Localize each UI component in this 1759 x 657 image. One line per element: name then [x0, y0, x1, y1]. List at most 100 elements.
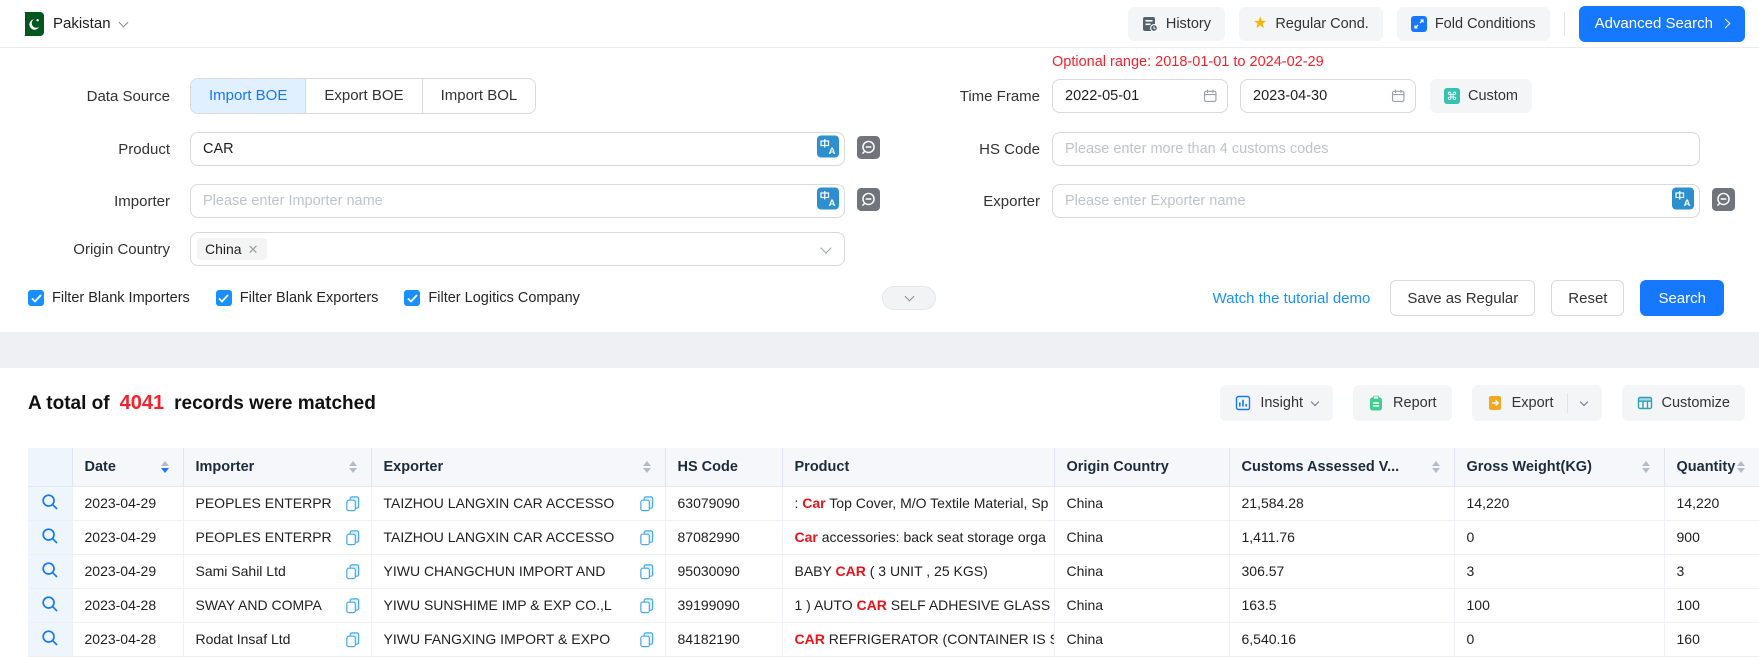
custom-range-button[interactable]: ⌘ Custom — [1430, 79, 1532, 113]
checkbox-checked-icon[interactable] — [28, 290, 44, 306]
cell-product: 1 ) AUTO CAR SELF ADHESIVE GLASS S — [782, 588, 1054, 622]
insight-button[interactable]: Insight — [1220, 385, 1333, 421]
copy-icon[interactable] — [638, 631, 655, 648]
start-date-field[interactable] — [1052, 79, 1228, 113]
fold-conditions-button[interactable]: Fold Conditions — [1397, 7, 1550, 41]
table-row: 2023-04-28 SWAY AND COMPA YIWU SUNSHIME … — [28, 588, 1759, 622]
cell-exporter: YIWU SUNSHIME IMP & EXP CO.,L — [371, 588, 665, 622]
time-frame-label: Time Frame — [883, 88, 1040, 105]
cell-gross-weight: 0 — [1454, 622, 1664, 656]
header-customs-assessed-value[interactable]: Customs Assessed V... — [1229, 448, 1454, 486]
export-button[interactable]: Export — [1472, 385, 1602, 421]
copy-icon[interactable] — [638, 563, 655, 580]
cell-date: 2023-04-28 — [72, 622, 183, 656]
filter-blank-importers-checkbox[interactable]: Filter Blank Importers — [28, 290, 190, 306]
country-selector[interactable]: Pakistan — [20, 12, 127, 36]
country-name: Pakistan — [53, 15, 111, 32]
exporter-input[interactable] — [1052, 184, 1700, 218]
chevron-down-icon — [118, 17, 128, 27]
history-label: History — [1166, 16, 1211, 32]
report-button[interactable]: Report — [1353, 385, 1452, 421]
custom-label: Custom — [1468, 88, 1518, 104]
fold-conditions-label: Fold Conditions — [1435, 16, 1536, 32]
chevron-down-icon[interactable] — [1579, 397, 1587, 405]
copy-icon[interactable] — [344, 597, 361, 614]
copy-icon[interactable] — [344, 631, 361, 648]
section-divider — [0, 332, 1759, 368]
header-gross-weight[interactable]: Gross Weight(KG) — [1454, 448, 1664, 486]
view-detail-icon[interactable] — [41, 527, 59, 545]
sort-icons[interactable] — [1432, 461, 1444, 473]
sort-icons[interactable] — [1737, 461, 1749, 473]
tab-import-boe[interactable]: Import BOE — [191, 79, 306, 113]
tutorial-link[interactable]: Watch the tutorial demo — [1213, 290, 1371, 307]
save-as-regular-button[interactable]: Save as Regular — [1390, 280, 1535, 316]
history-button[interactable]: History — [1128, 7, 1225, 41]
exclude-keywords-icon[interactable] — [857, 136, 880, 159]
collapse-conditions-button[interactable] — [882, 286, 936, 310]
cell-quantity: 900 — [1664, 520, 1759, 554]
cell-origin-country: China — [1054, 554, 1229, 588]
origin-country-tag: China ✕ — [197, 238, 267, 260]
cell-quantity: 100 — [1664, 588, 1759, 622]
header-exporter[interactable]: Exporter — [371, 448, 665, 486]
end-date-input[interactable] — [1253, 88, 1391, 104]
tab-import-bol[interactable]: Import BOL — [423, 79, 536, 113]
hs-code-input[interactable] — [1052, 132, 1700, 166]
header-date[interactable]: Date — [72, 448, 183, 486]
search-panel: Optional range: 2018-01-01 to 2024-02-29… — [0, 48, 1759, 332]
header-importer[interactable]: Importer — [183, 448, 371, 486]
header-quantity[interactable]: Quantity — [1664, 448, 1759, 486]
cell-exporter: TAIZHOU LANGXIN CAR ACCESSO — [371, 520, 665, 554]
cell-quantity: 3 — [1664, 554, 1759, 588]
regular-cond-button[interactable]: ★ Regular Cond. — [1239, 7, 1383, 41]
header-origin-country[interactable]: Origin Country — [1054, 448, 1229, 486]
view-detail-icon[interactable] — [41, 629, 59, 647]
product-input[interactable] — [190, 132, 845, 166]
sort-icons[interactable] — [1642, 461, 1654, 473]
exclude-keywords-icon[interactable] — [857, 188, 880, 211]
view-detail-icon[interactable] — [41, 493, 59, 511]
copy-icon[interactable] — [344, 563, 361, 580]
translate-icon[interactable]: A — [817, 136, 839, 158]
cell-product: : Car Top Cover, M/O Textile Material, S… — [782, 486, 1054, 520]
importer-input[interactable] — [190, 184, 845, 218]
cell-customs-value: 163.5 — [1229, 588, 1454, 622]
filter-blank-exporters-checkbox[interactable]: Filter Blank Exporters — [216, 290, 379, 306]
sort-icons[interactable] — [643, 461, 655, 473]
origin-country-select[interactable]: China ✕ — [190, 232, 845, 266]
copy-icon[interactable] — [638, 529, 655, 546]
translate-icon[interactable]: A — [817, 188, 839, 210]
checkbox-checked-icon[interactable] — [404, 290, 420, 306]
advanced-search-button[interactable]: Advanced Search — [1579, 6, 1745, 42]
cell-product: CAR REFRIGERATOR (CONTAINER IS S — [782, 622, 1054, 656]
search-button[interactable]: Search — [1640, 280, 1724, 316]
svg-text:A: A — [829, 198, 836, 209]
view-detail-icon[interactable] — [41, 595, 59, 613]
svg-text:A: A — [829, 146, 836, 157]
filter-logitics-company-checkbox[interactable]: Filter Logitics Company — [404, 290, 580, 306]
checkbox-checked-icon[interactable] — [216, 290, 232, 306]
customize-button[interactable]: Customize — [1622, 385, 1746, 421]
exclude-keywords-icon[interactable] — [1712, 188, 1735, 211]
reset-button[interactable]: Reset — [1551, 280, 1624, 316]
header-hs-code[interactable]: HS Code — [665, 448, 782, 486]
tab-export-boe[interactable]: Export BOE — [306, 79, 422, 113]
table-row: 2023-04-28 Rodat Insaf Ltd YIWU FANGXING… — [28, 622, 1759, 656]
advanced-search-label: Advanced Search — [1595, 15, 1713, 32]
cell-hs-code: 39199090 — [665, 588, 782, 622]
copy-icon[interactable] — [344, 529, 361, 546]
results-count: 4041 — [120, 392, 165, 415]
star-icon: ★ — [1253, 16, 1267, 32]
remove-tag-icon[interactable]: ✕ — [248, 243, 259, 256]
copy-icon[interactable] — [638, 495, 655, 512]
view-detail-icon[interactable] — [41, 561, 59, 579]
copy-icon[interactable] — [344, 495, 361, 512]
header-product[interactable]: Product — [782, 448, 1054, 486]
start-date-input[interactable] — [1065, 88, 1203, 104]
translate-icon[interactable]: A — [1672, 188, 1694, 210]
sort-icons[interactable] — [349, 461, 361, 473]
sort-icons[interactable] — [161, 461, 173, 473]
copy-icon[interactable] — [638, 597, 655, 614]
end-date-field[interactable] — [1240, 79, 1416, 113]
